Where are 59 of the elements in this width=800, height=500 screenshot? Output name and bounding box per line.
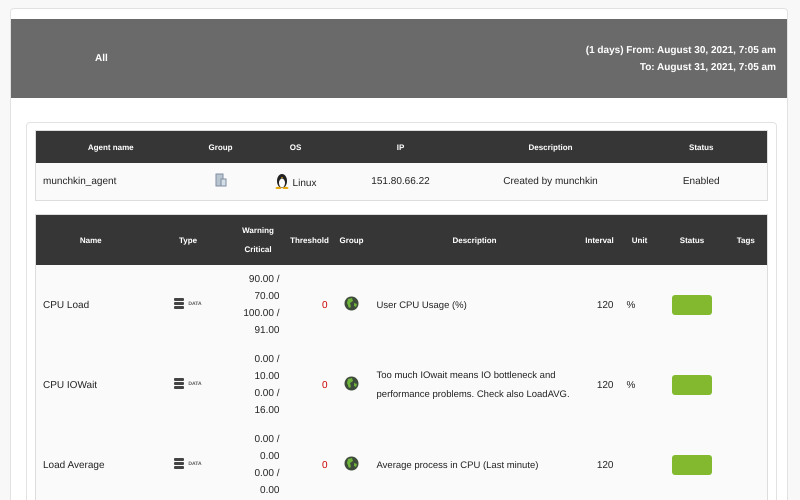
table-cell: 0 xyxy=(322,380,328,390)
table-cell: % xyxy=(626,300,636,310)
column-header: Description xyxy=(370,214,580,265)
threshold-value: 100.00 / xyxy=(242,307,280,321)
penguin-icon xyxy=(274,172,289,188)
globe-icon xyxy=(344,296,359,311)
table-cell: munchkin_agent xyxy=(36,163,186,200)
table-cell: Linux xyxy=(292,178,316,188)
table-cell: 0 xyxy=(322,300,328,310)
column-header: Interval xyxy=(580,214,620,265)
table-cell: 0 xyxy=(322,460,328,470)
table-cell: % xyxy=(626,380,636,390)
column-header: Group xyxy=(334,214,370,265)
table-cell: 120 xyxy=(580,425,620,500)
threshold-value: 90.00 / xyxy=(248,273,280,287)
threshold-value: 10.00 xyxy=(253,370,280,384)
table-cell: Average process in CPU (Last minute) xyxy=(370,425,580,500)
column-header: Status xyxy=(636,130,768,163)
column-header: IP xyxy=(336,130,466,163)
group-title: All xyxy=(95,53,108,64)
database-icon xyxy=(174,298,184,309)
table-cell: Created by munchkin xyxy=(466,163,636,200)
database-icon xyxy=(174,378,184,389)
column-header: Critical xyxy=(243,244,273,256)
database-icon xyxy=(174,458,184,469)
column-header: Warning xyxy=(241,225,275,237)
table-cell: 151.80.66.22 xyxy=(336,163,466,200)
column-header: Type xyxy=(146,214,230,265)
column-header: OS xyxy=(256,130,336,163)
column-header: Status xyxy=(660,214,724,265)
table-cell: 120 xyxy=(580,265,620,345)
column-header: Unit xyxy=(620,214,660,265)
date-range-from: (1 days) From: August 30, 2021, 7:05 am xyxy=(586,44,776,56)
globe-icon xyxy=(344,376,359,391)
table-cell: Enabled xyxy=(636,163,768,200)
date-range-to: To: August 31, 2021, 7:05 am xyxy=(640,62,776,72)
threshold-value: 0.00 xyxy=(259,450,280,464)
threshold-value: 70.00 xyxy=(253,290,280,304)
column-header: Name xyxy=(36,214,146,265)
column-header: Threshold xyxy=(286,214,334,265)
threshold-value: 0.00 / xyxy=(253,433,280,447)
column-header: Group xyxy=(186,130,256,163)
group-icon xyxy=(214,173,226,187)
table-cell: User CPU Usage (%) xyxy=(370,265,580,345)
threshold-value: 91.00 xyxy=(253,324,280,338)
threshold-value: 0.00 / xyxy=(253,467,280,481)
table-cell: Too much IOwait means IO bottleneck and performance problems. Check also LoadAVG. xyxy=(370,345,580,425)
threshold-value: 0.00 / xyxy=(253,353,280,367)
table-cell: 120 xyxy=(580,345,620,425)
column-header: Agent name xyxy=(36,130,186,163)
table-cell: Load Average xyxy=(36,425,146,500)
threshold-value: 0.00 / xyxy=(253,387,280,401)
threshold-value: 0.00 xyxy=(259,484,280,498)
column-header: Description xyxy=(466,130,636,163)
table-cell: CPU Load xyxy=(36,265,146,345)
column-header: Tags xyxy=(724,214,768,265)
table-cell: CPU IOWait xyxy=(36,345,146,425)
threshold-value: 16.00 xyxy=(253,404,280,418)
globe-icon xyxy=(344,456,359,471)
